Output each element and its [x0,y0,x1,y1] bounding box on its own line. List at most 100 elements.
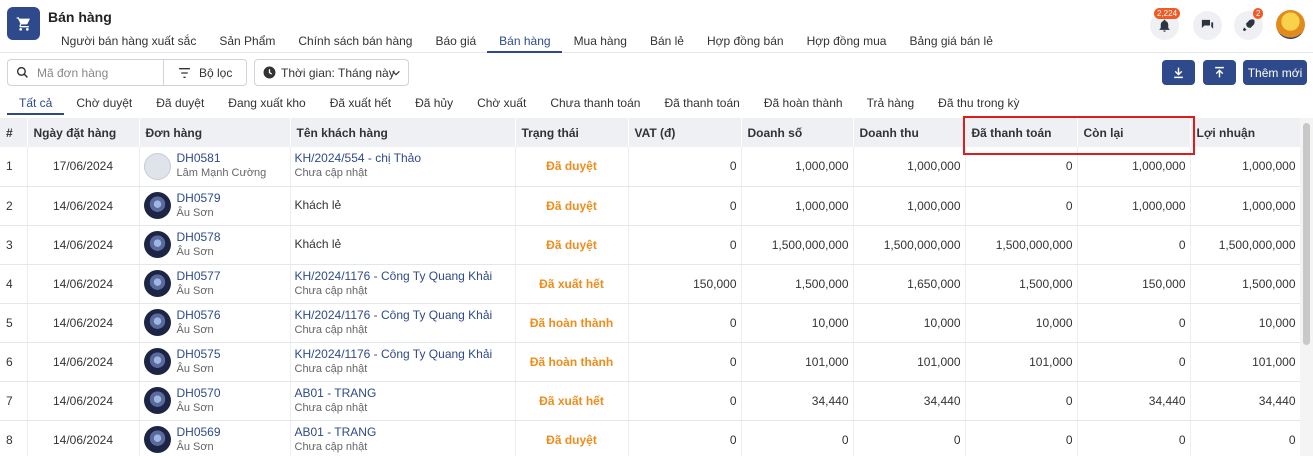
order-link[interactable]: DH0577 [177,269,221,284]
table-row[interactable]: 1 17/06/2024 DH0581 Lâm Mạnh Cường KH/2024/5… [0,147,1300,187]
order-link[interactable]: DH0569 [177,425,221,440]
order-cell: DH0569 Âu Sơn [139,420,291,456]
module-tab[interactable]: Chính sách bán hàng [286,28,423,53]
filter-label: Bộ lọc [199,65,233,80]
customer-link[interactable]: KH/2024/1176 - Công Ty Quang Khải [295,308,515,323]
customer-link[interactable]: KH/2024/554 - chị Thảo [295,151,515,166]
cell-paid: 0 [965,186,1078,226]
cell-profit: 1,500,000,000 [1190,225,1300,265]
seller-avatar [143,192,171,219]
order-link[interactable]: DH0579 [177,191,221,206]
order-info: DH0576 Âu Sơn [140,308,290,338]
cell-revenue: 1,500,000,000 [853,225,966,265]
module-tab[interactable]: Bán hàng [487,28,562,53]
module-tab[interactable]: Bán lẻ [638,28,695,53]
table-row[interactable]: 6 14/06/2024 DH0575 Âu Sơn KH/2024/1176 - Cô… [0,342,1300,382]
column-header[interactable]: Ngày đặt hàng [27,118,140,147]
row-index: 1 [0,147,28,187]
order-link[interactable]: DH0570 [177,386,221,401]
module-tab[interactable]: Hợp đồng mua [795,28,898,53]
module-tab[interactable]: Sản Phẩm [207,28,286,53]
rocket-badge: 2 [1253,8,1264,19]
order-info: DH0577 Âu Sơn [140,269,290,299]
customer-link[interactable]: AB01 - TRANG [295,425,515,440]
status-tab[interactable]: Đã xuất hết [318,93,403,115]
filter-icon [179,67,190,78]
status-tab[interactable]: Đã thu trong kỳ [926,93,1031,115]
time-filter-select[interactable]: Thời gian: Tháng này [254,59,409,86]
customer-text: KH/2024/1176 - Công Ty Quang Khải Chưa cậ… [295,308,515,338]
order-link[interactable]: DH0576 [177,308,221,323]
customer-link[interactable]: AB01 - TRANG [295,386,515,401]
status-tab[interactable]: Tất cả [7,93,65,115]
table-row[interactable]: 7 14/06/2024 DH0570 Âu Sơn AB01 - TRANG Chưa … [0,381,1300,421]
column-header[interactable]: Tên khách hàng [290,118,516,147]
download-button[interactable] [1162,60,1195,85]
order-info: DH0578 Âu Sơn [140,230,290,260]
notification-button[interactable]: 2,224 [1150,8,1181,40]
cell-profit: 10,000 [1190,303,1300,343]
column-header[interactable]: Doanh thu [853,118,966,147]
cell-sales: 0 [741,420,854,456]
status-tab[interactable]: Đã hủy [403,93,465,115]
table-row[interactable]: 3 14/06/2024 DH0578 Âu Sơn Khách lẻ Đã duyệt 0… [0,225,1300,265]
vertical-scrollbar[interactable] [1300,118,1313,456]
status-tab[interactable]: Chờ xuất [465,93,538,115]
cell-profit: 34,440 [1190,381,1300,421]
module-tab[interactable]: Báo giá [423,28,487,53]
status-tab[interactable]: Chờ duyệt [64,93,144,115]
order-date: 14/06/2024 [27,381,140,421]
order-link[interactable]: DH0581 [177,151,267,166]
table-row[interactable]: 4 14/06/2024 DH0577 Âu Sơn KH/2024/1176 - Cô… [0,264,1300,304]
column-header[interactable]: Lợi nhuận [1190,118,1300,147]
row-index: 6 [0,342,28,382]
column-header[interactable]: Đã thanh toán [965,118,1078,147]
cell-sales: 34,440 [741,381,854,421]
search-input[interactable] [37,65,157,80]
upload-button[interactable] [1203,60,1236,85]
table-row[interactable]: 5 14/06/2024 DH0576 Âu Sơn KH/2024/1176 - Cô… [0,303,1300,343]
search-box: Bộ lọc [7,59,247,86]
row-index: 7 [0,381,28,421]
scrollbar-thumb[interactable] [1303,123,1310,345]
column-header[interactable]: VAT (đ) [628,118,742,147]
rocket-button[interactable]: 2 [1234,8,1264,40]
cell-paid: 0 [965,147,1078,187]
order-date: 14/06/2024 [27,225,140,265]
search-icon [16,66,28,78]
column-header[interactable]: Trạng thái [515,118,629,147]
customer-link[interactable]: KH/2024/1176 - Công Ty Quang Khải [295,347,515,362]
cell-profit: 1,500,000 [1190,264,1300,304]
status-tab[interactable]: Đang xuất kho [216,93,317,115]
order-link[interactable]: DH0578 [177,230,221,245]
order-cell: DH0578 Âu Sơn [139,225,291,265]
cell-vat: 0 [628,420,742,456]
cell-sales: 101,000 [741,342,854,382]
chat-button[interactable] [1193,11,1222,40]
column-header[interactable]: Doanh số [741,118,854,147]
status-tab[interactable]: Trả hàng [855,93,927,115]
add-new-button[interactable]: Thêm mới [1243,60,1307,85]
table-row[interactable]: 2 14/06/2024 DH0579 Âu Sơn Khách lẻ Đã duyệt 0… [0,186,1300,226]
cell-remaining: 0 [1077,420,1191,456]
cell-profit: 101,000 [1190,342,1300,382]
user-avatar[interactable] [1276,10,1305,39]
status-tab[interactable]: Đã thanh toán [652,93,751,115]
module-tab[interactable]: Bảng giá bán lẻ [897,28,1003,53]
status-tab[interactable]: Chưa thanh toán [538,93,652,115]
status-tab[interactable]: Đã duyệt [144,93,216,115]
cell-remaining: 34,440 [1077,381,1191,421]
table-row[interactable]: 8 14/06/2024 DH0569 Âu Sơn AB01 - TRANG Chưa … [0,420,1300,456]
module-tab[interactable]: Người bán hàng xuất sắc [49,28,207,53]
cart-icon[interactable] [7,7,40,40]
column-header[interactable]: Đơn hàng [139,118,291,147]
status-tab[interactable]: Đã hoàn thành [752,93,855,115]
customer-link[interactable]: KH/2024/1176 - Công Ty Quang Khải [295,269,515,284]
order-text: DH0575 Âu Sơn [177,347,221,377]
module-tab[interactable]: Hợp đồng bán [695,28,795,53]
column-header[interactable]: Còn lại [1077,118,1191,147]
column-header[interactable]: # [0,118,28,147]
module-tab[interactable]: Mua hàng [562,28,638,53]
filter-button[interactable]: Bộ lọc [164,60,232,85]
order-link[interactable]: DH0575 [177,347,221,362]
